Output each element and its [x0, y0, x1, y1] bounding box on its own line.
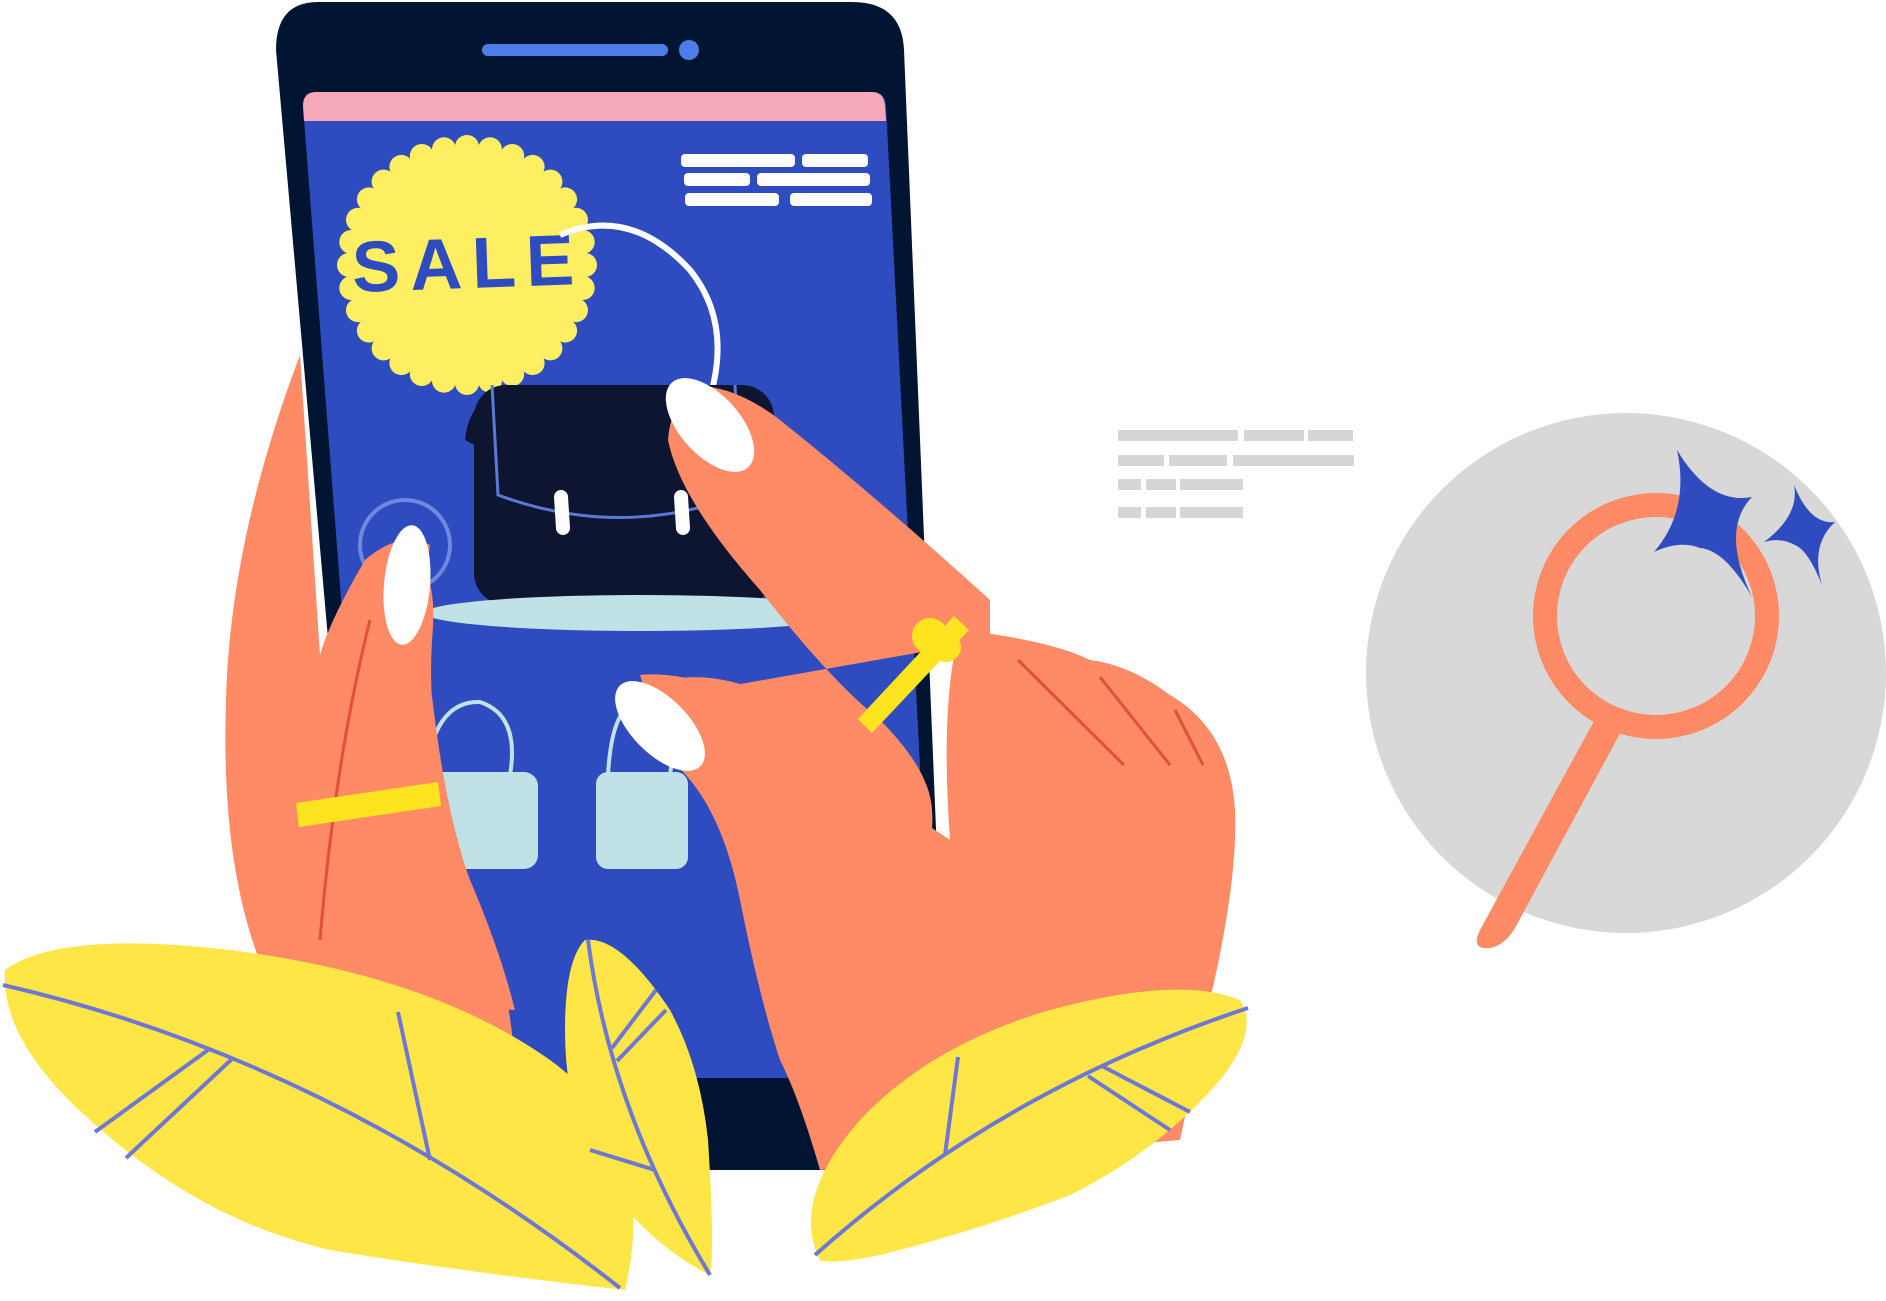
badge-scallop [432, 368, 456, 393]
search-magnifier-group[interactable] [1366, 413, 1886, 949]
badge-scallop [564, 298, 588, 323]
badge-scallop [500, 144, 525, 168]
sale-badge[interactable]: SALE [337, 135, 597, 395]
sale-badge-text: SALE [351, 220, 586, 308]
description-placeholder-lines [1118, 430, 1354, 518]
badge-scallop [455, 371, 479, 395]
bag-clasp-left [554, 490, 570, 535]
online-shopping-illustration: SALE [2, 2, 1886, 1290]
bag-clasp-right [674, 490, 690, 535]
badge-scallop [520, 351, 545, 376]
badge-scallop [409, 144, 434, 168]
magnifier-background [1366, 413, 1886, 933]
badge-scallop [553, 187, 578, 212]
badge-scallop [356, 318, 381, 343]
badge-scallop [409, 362, 434, 386]
badge-scallop [478, 137, 502, 162]
badge-scallop [389, 154, 414, 179]
status-bar [303, 92, 886, 121]
product-description-lines [681, 154, 872, 206]
badge-scallop [432, 137, 456, 162]
phone-camera [679, 40, 699, 60]
phone-speaker [482, 44, 668, 56]
badge-scallop [500, 362, 525, 386]
badge-scallop [455, 135, 479, 159]
right-ring-gem-2 [931, 632, 961, 662]
